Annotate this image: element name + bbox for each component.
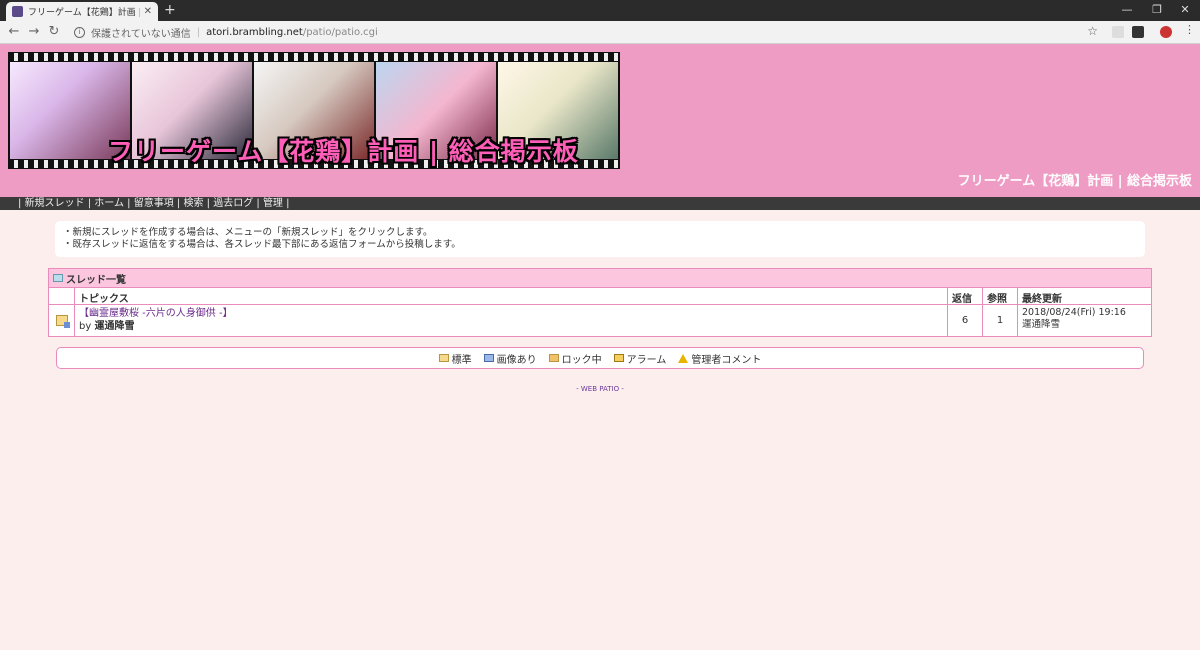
- notice-line: ・既存スレッドに返信をする場合は、各スレッド最下部にある返信フォームから投稿しま…: [63, 239, 461, 250]
- views-cell: 1: [983, 305, 1018, 336]
- updated-by: 運通降雪: [1022, 319, 1061, 330]
- legend-admin-comment: 管理者コメント: [678, 351, 761, 366]
- site-header: フリーゲーム【花鶏】計画 | 総合掲示板 フリーゲーム【花鶏】計画 | 総合掲示…: [0, 44, 1200, 197]
- security-text: 保護されていない通信: [91, 28, 191, 40]
- notice-line: ・新規にスレッドを作成する場合は、メニューの「新規スレッド」をクリックします。: [63, 227, 433, 238]
- footer: - WEB PATIO -: [0, 385, 1200, 393]
- bookmark-star-icon[interactable]: ☆: [1087, 24, 1098, 38]
- extension-icon[interactable]: [1132, 26, 1144, 38]
- by-label: by: [79, 321, 92, 332]
- notice-box: ・新規にスレッドを作成する場合は、メニューの「新規スレッド」をクリックします。 …: [55, 221, 1145, 257]
- minimize-icon[interactable]: —: [1112, 0, 1142, 21]
- url-path: /patio/patio.cgi: [302, 26, 378, 38]
- topic-cell: 【幽霊屋敷桜 -六片の人身御供 -】 by 運通降雪: [75, 305, 948, 336]
- legend-standard: 標準: [438, 351, 472, 366]
- menu-bar: | 新規スレッド | ホーム | 留意事項 | 検索 | 過去ログ | 管理 |: [0, 197, 1200, 210]
- replies-column-header: 返信: [948, 288, 983, 305]
- reload-icon[interactable]: ↻: [46, 24, 62, 40]
- image-folder-icon: [483, 354, 494, 362]
- divider: |: [196, 26, 201, 38]
- table-header-row: トピックス 返信 参照 最終更新: [49, 288, 1151, 305]
- legend-label: 画像あり: [496, 354, 537, 366]
- extension-icon[interactable]: [1112, 26, 1124, 38]
- author-name: 運通降雪: [94, 321, 135, 332]
- topic-column-header: トピックス: [75, 288, 948, 305]
- address-bar[interactable]: i 保護されていない通信 | atori.brambling.net/patio…: [66, 23, 1106, 41]
- replies-cell: 6: [948, 305, 983, 336]
- thread-icon-cell: [49, 305, 75, 336]
- thread-author: by 運通降雪: [79, 320, 943, 333]
- forward-icon[interactable]: →: [26, 24, 42, 40]
- browser-tab[interactable]: フリーゲーム【花鶏】計画 | 総合掲示板 ✕: [6, 2, 158, 21]
- legend-locked: ロック中: [548, 351, 602, 366]
- tab-title: フリーゲーム【花鶏】計画 | 総合掲示板: [28, 8, 140, 18]
- menu-past-log[interactable]: 過去ログ: [213, 198, 253, 209]
- browser-toolbar: ← → ↻ i 保護されていない通信 | atori.brambling.net…: [0, 21, 1200, 44]
- legend-label: 標準: [451, 354, 472, 366]
- profile-avatar[interactable]: [1160, 26, 1172, 38]
- table-row: 【幽霊屋敷桜 -六片の人身御供 -】 by 運通降雪 6 1 2018/08/2…: [49, 305, 1151, 336]
- thread-table: スレッド一覧 トピックス 返信 参照 最終更新 【幽霊屋敷桜 -六片の人身御供 …: [48, 268, 1152, 337]
- updated-date: 2018/08/24(Fri) 19:16: [1022, 307, 1126, 318]
- menu-home[interactable]: ホーム: [94, 198, 124, 209]
- back-icon[interactable]: ←: [6, 24, 22, 40]
- icon-legend: 標準 画像あり ロック中 アラーム 管理者コメント: [56, 347, 1144, 369]
- warning-icon: [678, 353, 689, 363]
- info-icon[interactable]: i: [74, 26, 85, 38]
- thread-link[interactable]: 【幽霊屋敷桜 -六片の人身御供 -】: [79, 307, 943, 320]
- url-host: atori.brambling.net: [206, 26, 303, 38]
- menu-search[interactable]: 検索: [183, 198, 203, 209]
- new-tab-icon[interactable]: +: [164, 2, 176, 19]
- menu-admin[interactable]: 管理: [263, 198, 283, 209]
- film-holes-top: [8, 53, 620, 61]
- lock-folder-icon: [548, 354, 559, 362]
- folder-icon: [438, 354, 449, 362]
- updated-cell: 2018/08/24(Fri) 19:16 運通降雪: [1018, 305, 1151, 336]
- alarm-folder-icon: [613, 354, 624, 362]
- web-patio-link[interactable]: - WEB PATIO -: [576, 385, 624, 393]
- menu-new-thread[interactable]: 新規スレッド: [25, 198, 85, 209]
- menu-notes[interactable]: 留意事項: [134, 198, 174, 209]
- icon-column-header: [49, 288, 75, 304]
- thread-list-title: スレッド一覧: [66, 274, 126, 286]
- legend-label: アラーム: [626, 354, 667, 366]
- window-icon: [53, 274, 63, 282]
- thread-image-icon: [56, 315, 70, 328]
- window-close-icon[interactable]: ✕: [1170, 0, 1200, 21]
- site-title: フリーゲーム【花鶏】計画 | 総合掲示板: [957, 174, 1192, 189]
- views-column-header: 参照: [983, 288, 1018, 305]
- restore-icon[interactable]: ❐: [1142, 0, 1172, 21]
- favicon-icon: [12, 6, 23, 17]
- legend-image: 画像あり: [483, 351, 537, 366]
- browser-titlebar: フリーゲーム【花鶏】計画 | 総合掲示板 ✕ + — ❐ ✕: [0, 0, 1200, 21]
- menu-dots-icon[interactable]: ⋮: [1184, 24, 1196, 37]
- legend-label: ロック中: [561, 354, 602, 366]
- banner-image: フリーゲーム【花鶏】計画 | 総合掲示板: [8, 52, 620, 169]
- legend-alarm: アラーム: [613, 351, 667, 366]
- legend-label: 管理者コメント: [691, 354, 762, 366]
- banner-title: フリーゲーム【花鶏】計画 | 総合掲示板: [108, 137, 579, 166]
- updated-column-header: 最終更新: [1022, 294, 1062, 305]
- close-icon[interactable]: ✕: [144, 6, 152, 17]
- thread-table-title: スレッド一覧: [49, 269, 1151, 288]
